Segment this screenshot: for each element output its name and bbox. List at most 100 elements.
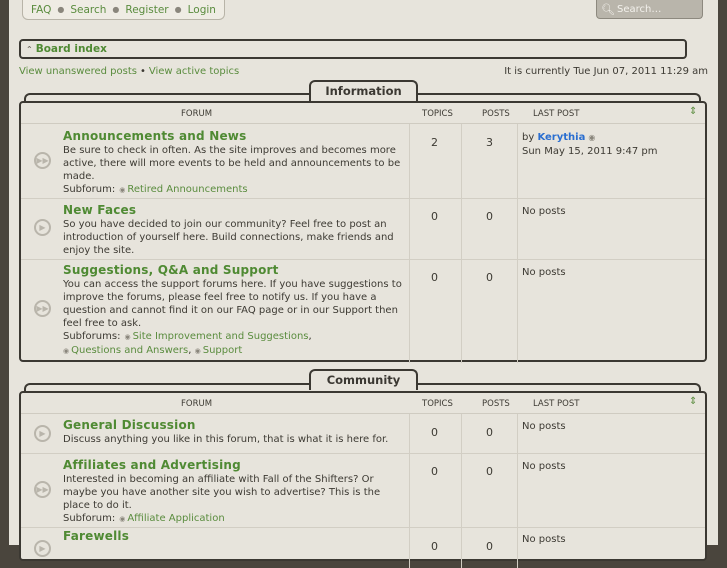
posts-count: 0	[486, 540, 493, 553]
subforum-list: Subforum: ◉ Affiliate Application	[63, 512, 408, 526]
forum-title-link[interactable]: General Discussion	[63, 418, 196, 432]
header-topics: TOPICS	[422, 399, 453, 409]
nav-separator: ●	[112, 5, 120, 14]
subforum-list: Subforums: ◉ Site Improvement and Suggesti…	[63, 331, 312, 356]
subforum-link[interactable]: Affiliate Application	[127, 513, 224, 524]
last-post-info: No posts	[522, 206, 566, 217]
forum-row: ▶▶ Suggestions, Q&A and Support You can …	[21, 260, 705, 363]
last-post-cell	[517, 454, 518, 527]
header-last-post: LAST POST	[533, 399, 580, 409]
header-posts: POSTS	[482, 399, 510, 409]
subforum-link[interactable]: Retired Announcements	[127, 184, 247, 195]
forum-read-icon: ▶▶	[34, 481, 51, 498]
forum-list-information: FORUM TOPICS POSTS LAST POST ⇕ ▶▶ Announ…	[19, 101, 707, 363]
search-input[interactable]: Search…	[617, 4, 661, 15]
topics-count: 0	[431, 210, 438, 223]
board-index-link[interactable]: Board index	[36, 43, 107, 55]
sort-toggle-icon[interactable]: ⇕	[689, 106, 697, 117]
header-forum: FORUM	[181, 109, 213, 119]
forum-row: ▶▶ Announcements and News Be sure to che…	[21, 124, 705, 199]
subforum-icon: ◉	[194, 347, 201, 355]
header-posts: POSTS	[482, 109, 510, 119]
header-last-post: LAST POST	[533, 109, 580, 119]
forum-read-icon: ▶▶	[34, 300, 51, 317]
view-latest-post-icon[interactable]: ◉	[588, 133, 595, 142]
last-post-info: No posts	[522, 461, 566, 472]
search-link[interactable]: Search	[70, 4, 106, 16]
breadcrumb: ⌃ Board index	[19, 39, 687, 59]
subforum-icon: ◉	[124, 333, 131, 341]
topics-cell	[409, 199, 462, 259]
last-post-cell	[517, 260, 518, 363]
search-icon: 🔍︎	[601, 2, 615, 16]
forum-title-link[interactable]: Farewells	[63, 529, 129, 543]
subforum-link[interactable]: Site Improvement and Suggestions	[133, 331, 309, 342]
last-post-cell	[517, 528, 518, 568]
subforum-icon: ◉	[63, 347, 70, 355]
breadcrumb-arrow-icon: ⌃	[26, 44, 33, 54]
forum-description: Interested in becoming an affiliate with…	[63, 474, 381, 511]
sort-toggle-icon[interactable]: ⇕	[689, 396, 697, 407]
forum-title-link[interactable]: Suggestions, Q&A and Support	[63, 263, 279, 277]
subforum-link[interactable]: Support	[203, 345, 243, 356]
nav-separator: ●	[174, 5, 182, 14]
posts-count: 0	[486, 465, 493, 478]
faq-link[interactable]: FAQ	[31, 4, 51, 16]
nav-separator: ●	[57, 5, 65, 14]
forum-read-icon: ▶	[34, 219, 51, 236]
forum-row: ▶ Farewells 0 0 No posts	[21, 528, 705, 568]
forum-list-community: FORUM TOPICS POSTS LAST POST ⇕ ▶ General…	[19, 391, 707, 568]
posts-count: 0	[486, 271, 493, 284]
subforum-label: Subforums:	[63, 331, 121, 342]
subforum-link[interactable]: Questions and Answers	[71, 345, 188, 356]
last-post-cell	[517, 414, 518, 453]
current-time: It is currently Tue Jun 07, 2011 11:29 a…	[504, 66, 708, 77]
sub-navigation: View unanswered posts • View active topics…	[19, 66, 708, 77]
forum-description: Be sure to check in often. As the site i…	[63, 145, 401, 182]
forum-row: ▶▶ Affiliates and Advertising Interested…	[21, 454, 705, 528]
posts-count: 0	[486, 426, 493, 439]
forum-read-icon: ▶	[34, 540, 51, 557]
forum-title-link[interactable]: New Faces	[63, 203, 136, 217]
last-post-info: No posts	[522, 421, 566, 432]
header-forum: FORUM	[181, 399, 213, 409]
forum-title-link[interactable]: Affiliates and Advertising	[63, 458, 241, 472]
last-post-cell	[517, 199, 518, 259]
last-post-by: by	[522, 132, 535, 143]
posts-cell	[461, 199, 518, 259]
category-title: Information	[309, 80, 418, 101]
subforum-label: Subforum:	[63, 184, 116, 195]
posts-count: 0	[486, 210, 493, 223]
subforum-list: Subforum: ◉ Retired Announcements	[63, 183, 408, 197]
last-post-user-link[interactable]: Kerythia	[537, 132, 585, 143]
unanswered-posts-link[interactable]: View unanswered posts	[19, 66, 137, 77]
forum-row: ▶ General Discussion Discuss anything yo…	[21, 414, 705, 454]
topics-count: 0	[431, 465, 438, 478]
search-box[interactable]: 🔍︎ Search…	[596, 0, 703, 19]
link-separator: •	[139, 66, 146, 77]
category-title: Community	[309, 369, 418, 390]
last-post-info: by Kerythia ◉ Sun May 15, 2011 9:47 pm	[522, 131, 658, 159]
subforum-icon: ◉	[119, 515, 126, 523]
register-link[interactable]: Register	[125, 4, 168, 16]
active-topics-link[interactable]: View active topics	[149, 66, 239, 77]
forum-read-icon: ▶	[34, 425, 51, 442]
header-topics: TOPICS	[422, 109, 453, 119]
last-post-info: No posts	[522, 267, 566, 278]
forum-row: ▶ New Faces So you have decided to join …	[21, 199, 705, 260]
forum-description: So you have decided to join our communit…	[63, 219, 394, 256]
forum-title-link[interactable]: Announcements and News	[63, 129, 246, 143]
last-post-date: Sun May 15, 2011 9:47 pm	[522, 146, 658, 157]
topics-count: 0	[431, 426, 438, 439]
topics-count: 2	[431, 136, 438, 149]
forum-description: Discuss anything you like in this forum,…	[63, 434, 389, 445]
topics-count: 0	[431, 540, 438, 553]
subforum-icon: ◉	[119, 186, 126, 194]
last-post-cell	[517, 124, 518, 198]
posts-count: 3	[486, 136, 493, 149]
forum-list-header: FORUM TOPICS POSTS LAST POST ⇕	[21, 393, 705, 414]
topics-count: 0	[431, 271, 438, 284]
forum-description: You can access the support forums here. …	[63, 279, 402, 329]
top-navigation: FAQ ● Search ● Register ● Login	[22, 0, 225, 20]
login-link[interactable]: Login	[188, 4, 216, 16]
